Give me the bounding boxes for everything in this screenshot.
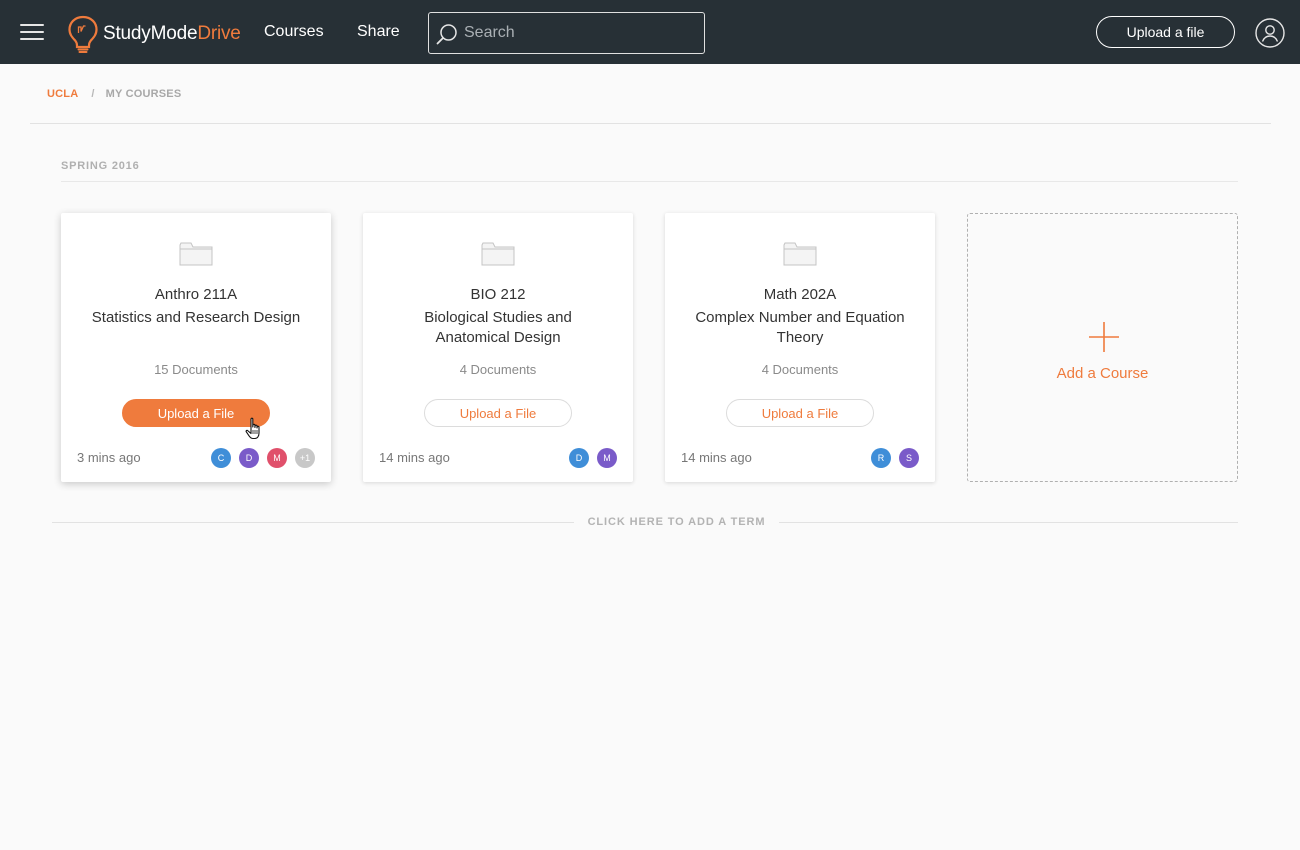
upload-a-file-button[interactable]: Upload a File <box>726 399 874 427</box>
lightbulb-logo-icon <box>68 15 98 53</box>
add-course-label: Add a Course <box>1056 365 1149 382</box>
user-account-icon[interactable] <box>1255 18 1285 48</box>
nav-share[interactable]: Share <box>357 23 400 41</box>
course-card[interactable]: BIO 212 Biological Studies and Anatomica… <box>363 213 633 482</box>
avatar[interactable]: D <box>569 448 589 468</box>
avatar[interactable]: M <box>267 448 287 468</box>
course-code: BIO 212 <box>470 286 526 303</box>
menu-icon[interactable] <box>20 22 44 42</box>
add-term-label: CLICK HERE TO ADD A TERM <box>587 516 766 528</box>
upload-a-file-button[interactable]: Upload a File <box>122 399 270 427</box>
more-collaborators-badge[interactable]: +1 <box>295 448 315 468</box>
course-card[interactable]: Anthro 211A Statistics and Research Desi… <box>61 213 331 482</box>
add-course-button[interactable]: Add a Course <box>967 213 1238 482</box>
course-name: Statistics and Research Design <box>91 309 301 326</box>
nav-courses[interactable]: Courses <box>264 23 324 41</box>
divider <box>52 522 574 523</box>
search-box <box>428 12 705 54</box>
document-count: 15 Documents <box>154 362 238 377</box>
divider <box>61 181 1238 182</box>
divider <box>779 522 1238 523</box>
breadcrumb: UCLA / MY COURSES <box>47 88 181 100</box>
upload-a-file-button[interactable]: Upload a File <box>424 399 572 427</box>
folder-icon <box>481 242 515 266</box>
logo-text: StudyModeDrive <box>103 23 241 44</box>
collaborator-avatars: C D M +1 <box>203 448 315 468</box>
term-title: SPRING 2016 <box>61 160 140 172</box>
add-term-link[interactable]: CLICK HERE TO ADD A TERM <box>52 515 1238 531</box>
folder-icon <box>783 242 817 266</box>
course-name: Complex Number and Equation Theory <box>695 309 905 346</box>
course-code: Math 202A <box>763 286 837 303</box>
last-updated: 3 mins ago <box>77 450 141 465</box>
avatar[interactable]: R <box>871 448 891 468</box>
avatar[interactable]: C <box>211 448 231 468</box>
logo[interactable]: StudyModeDrive <box>66 14 241 54</box>
upload-file-button[interactable]: Upload a file <box>1096 16 1235 48</box>
course-card[interactable]: Math 202A Complex Number and Equation Th… <box>665 213 935 482</box>
course-name: Biological Studies and Anatomical Design <box>424 309 572 346</box>
divider <box>30 123 1271 124</box>
avatar[interactable]: S <box>899 448 919 468</box>
collaborator-avatars: R S <box>863 448 919 468</box>
folder-icon <box>179 242 213 266</box>
search-icon <box>436 24 457 45</box>
plus-icon <box>1089 322 1119 352</box>
search-input[interactable] <box>464 13 694 53</box>
last-updated: 14 mins ago <box>681 450 752 465</box>
collaborator-avatars: D M <box>561 448 617 468</box>
top-bar: StudyModeDrive Courses Share Upload a fi… <box>0 0 1300 64</box>
breadcrumb-current: MY COURSES <box>105 88 182 100</box>
breadcrumb-separator: / <box>91 88 95 100</box>
avatar[interactable]: D <box>239 448 259 468</box>
document-count: 4 Documents <box>459 362 537 377</box>
document-count: 4 Documents <box>761 362 839 377</box>
course-code: Anthro 211A <box>154 286 238 303</box>
last-updated: 14 mins ago <box>379 450 450 465</box>
breadcrumb-school-link[interactable]: UCLA <box>47 88 78 100</box>
avatar[interactable]: M <box>597 448 617 468</box>
